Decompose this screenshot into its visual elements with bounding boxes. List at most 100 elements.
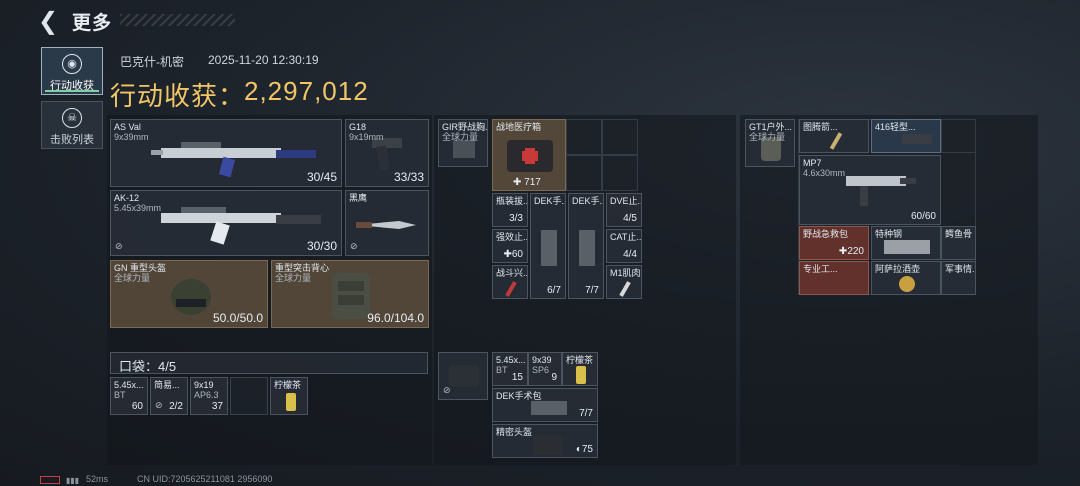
rifle-icon <box>151 142 316 178</box>
pocket-slot-empty[interactable] <box>230 377 268 415</box>
harvest-total-label: 行动收获： <box>110 81 246 111</box>
pocket-item-tea[interactable]: 柠檬茶 <box>270 377 308 415</box>
harvest-total-value: 2,297,012 <box>244 76 369 106</box>
qty-value: 75 <box>581 444 593 455</box>
rig-item-medkit[interactable]: 战地医疗箱 ✚ 717 <box>492 119 566 191</box>
backpack-slot[interactable]: GT1户外... 全球力量 <box>745 119 795 167</box>
backpack-item-steel[interactable]: 特种钢 <box>871 226 941 260</box>
armor-slot[interactable]: 重型突击背心 全球力量 96.0/104.0 <box>271 260 429 328</box>
safe-item-tea[interactable]: 柠檬茶 <box>562 352 598 386</box>
skull-icon: ☠ <box>62 108 82 128</box>
locked-icon: ⊘ <box>155 400 163 410</box>
target-icon: ◉ <box>62 54 82 74</box>
back-arrow-icon[interactable]: ❮ <box>38 9 64 35</box>
rifle-icon <box>161 207 321 245</box>
item-name: 重型突击背心 <box>275 263 330 273</box>
item-caliber: 5.45x39mm <box>114 203 162 213</box>
backpack-item-asala-flask[interactable]: 阿萨拉酒壶 <box>871 261 941 295</box>
pocket-label: 口袋：4/5 <box>119 359 177 374</box>
knife-icon <box>356 221 416 229</box>
backpack-item-pro-tool[interactable]: 专业工... <box>799 261 869 295</box>
item-qty: 4/5 <box>623 213 637 224</box>
item-qty: ✚60 <box>503 249 523 260</box>
page-title: 更多 <box>72 13 113 34</box>
item-qty: 3/3 <box>509 213 523 224</box>
helmet-slot[interactable]: GN 重型头盔 全球力量 50.0/50.0 <box>110 260 268 328</box>
safe-item-ammo-545[interactable]: 5.45x... BT 15 <box>492 352 528 386</box>
backpack-item-416[interactable]: 416轻型... <box>871 119 941 153</box>
weapon-slot-secondary[interactable]: AK-12 5.45x39mm ⊘ 30/30 <box>110 190 342 256</box>
rig-item-dek-2[interactable]: DEK手... 7/7 <box>568 193 604 299</box>
tab-label: 击败列表 <box>50 134 94 146</box>
item-name: MP7 <box>803 158 822 168</box>
safe-box-icon <box>449 365 479 387</box>
rig-item-cat[interactable]: CAT止... 4/4 <box>606 229 642 263</box>
backpack-item-intel[interactable]: 军事情... <box>941 261 976 295</box>
battery-icon <box>40 476 60 484</box>
safe-item-ammo-939[interactable]: 9x39 SP6 9 <box>528 352 562 386</box>
steel-plate-icon <box>884 240 930 254</box>
weapon-slot-primary[interactable]: AS Val 9x39mm 30/45 <box>110 119 342 187</box>
grid-cell <box>566 119 602 155</box>
surgical-kit-icon <box>531 401 567 415</box>
item-qty: 37 <box>211 401 223 412</box>
item-name: 黑鹰 <box>349 193 368 203</box>
item-qty: ✚220 <box>838 246 864 257</box>
item-name: G18 <box>349 122 367 132</box>
locked-icon: ⊘ <box>350 241 358 251</box>
backpack-item-mp7[interactable]: MP7 4.6x30mm 60/60 <box>799 155 941 225</box>
smg-icon <box>846 176 916 206</box>
item-name: 战斗兴... <box>496 268 528 278</box>
chest-rig-slot[interactable]: GIR野战胸... 全球力量 <box>438 119 488 167</box>
item-caliber: 9x19mm <box>349 132 384 142</box>
signal-icon: ▮▮▮ <box>66 476 80 485</box>
safe-item-dek[interactable]: DEK手术包 7/7 <box>492 388 598 422</box>
item-qty: ✚ 717 <box>513 177 541 188</box>
backpack-item-firstaid[interactable]: 野战急救包 ✚220 <box>799 226 869 260</box>
medkit-icon <box>507 140 553 172</box>
item-qty: 7/7 <box>579 408 593 419</box>
rig-item-dve[interactable]: DVE止... 4/5 <box>606 193 642 227</box>
arrow-icon <box>829 132 843 150</box>
item-name: 强效止... <box>496 232 528 242</box>
backpack-item-croc-bone[interactable]: 鳄鱼骨 <box>941 226 976 260</box>
can-icon <box>286 393 296 411</box>
item-sub: BT <box>496 365 508 375</box>
tab-kill-list[interactable]: ☠ 击败列表 <box>41 101 103 149</box>
rig-item-dek-1[interactable]: DEK手... 6/7 <box>530 193 566 299</box>
rig-item-stim[interactable]: 战斗兴... <box>492 265 528 299</box>
grid-cell <box>602 119 638 155</box>
pocket-item-ammo-9x19[interactable]: 9x19 AP6.3 37 <box>190 377 228 415</box>
item-qty: 4/4 <box>623 249 637 260</box>
item-faction: 全球力量 <box>442 132 479 142</box>
backpack-item-totem[interactable]: 图腾箭... <box>799 119 869 153</box>
qty-value: 220 <box>847 246 864 257</box>
pocket-item-tool[interactable]: 简易... ⊘ 2/2 <box>150 377 188 415</box>
safe-item-helmet[interactable]: 精密头盔 ◐75 <box>492 424 598 458</box>
item-faction: 全球力量 <box>749 132 786 142</box>
item-name: 军事情... <box>945 264 975 274</box>
rig-item-painkiller[interactable]: 强效止... ✚60 <box>492 229 528 263</box>
item-qty: 60 <box>131 401 143 412</box>
item-name: GIR野战胸... <box>442 122 488 132</box>
item-qty: 7/7 <box>585 285 599 296</box>
item-qty: ◐75 <box>575 444 593 455</box>
qty-value: 60 <box>511 249 523 260</box>
tab-action-harvest[interactable]: ◉ 行动收获 <box>41 47 103 95</box>
ammo-count: 30/30 <box>306 239 337 253</box>
weapon-slot-sidearm[interactable]: G18 9x19mm 33/33 <box>345 119 429 187</box>
qty-value: 717 <box>524 177 541 188</box>
rig-item-bottle[interactable]: 瓶装拔... 3/3 <box>492 193 528 227</box>
pocket-item-ammo[interactable]: 5.45x... BT 60 <box>110 377 148 415</box>
safe-box-slot[interactable]: ⊘ <box>438 352 488 400</box>
melee-slot[interactable]: 黑鹰 ⊘ <box>345 190 429 256</box>
item-name: M1肌肉... <box>610 268 642 278</box>
item-name: 5.45x... <box>496 355 526 365</box>
rig-item-m1[interactable]: M1肌肉... <box>606 265 642 299</box>
item-name: 战地医疗箱 <box>496 122 542 132</box>
item-name: 5.45x... <box>114 380 144 390</box>
item-name: CAT止... <box>610 232 642 242</box>
item-name: GN 重型头盔 <box>114 263 167 273</box>
item-sub: AP6.3 <box>194 390 219 400</box>
case-icon <box>533 435 563 455</box>
